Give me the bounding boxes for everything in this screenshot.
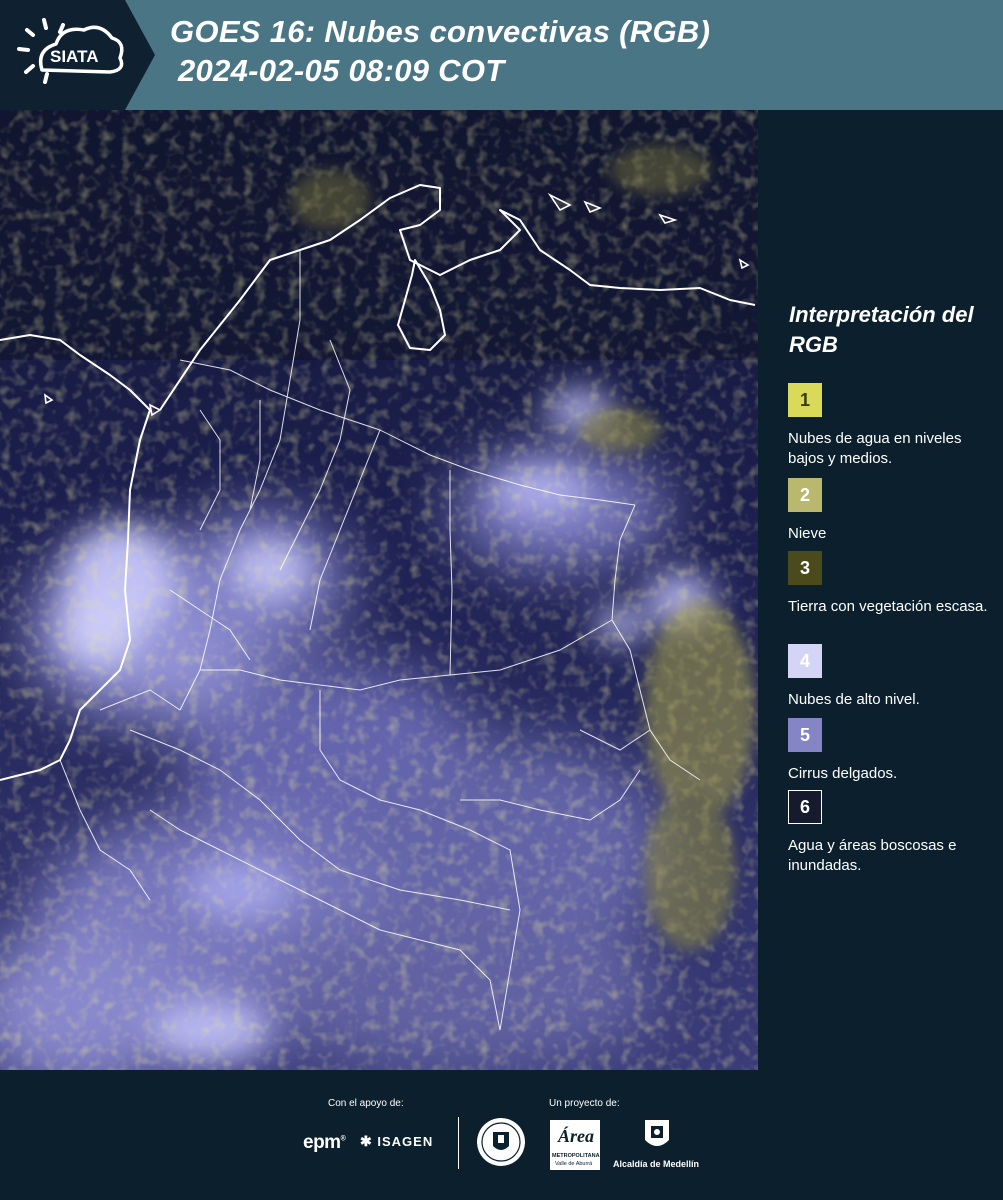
- footer-divider: [458, 1117, 459, 1169]
- legend-number: 5: [799, 724, 810, 745]
- legend-label: Cirrus delgados.: [788, 765, 898, 782]
- legend-item-4: 4 Nubes de alto nivel.: [788, 644, 993, 710]
- legend-swatch-2: 2: [788, 478, 822, 512]
- legend-swatch-6: 6: [788, 790, 822, 824]
- epm-logo-text: epm: [303, 1132, 341, 1153]
- legend-number: 1: [799, 389, 810, 410]
- alcaldia-logo-text: Alcaldía de Medellín: [613, 1159, 700, 1169]
- legend-label: Tierra con vegetación escasa.: [788, 598, 988, 615]
- timestamp: 2024-02-05 08:09 COT: [178, 53, 505, 88]
- medellin-seal-icon[interactable]: [476, 1117, 526, 1167]
- legend-swatch-4: 4: [788, 644, 822, 678]
- legend-swatch-1: 1: [788, 383, 822, 417]
- legend-title: Interpretación del RGB: [789, 302, 974, 357]
- area-logo-text: Área: [558, 1126, 594, 1146]
- area-logo-sub1: METROPOLITANA: [552, 1153, 600, 1159]
- area-metropolitana-logo[interactable]: Área METROPOLITANA Valle de Aburrá: [550, 1120, 600, 1170]
- legend-panel: Interpretación del RGB 1 Nubes de agua e…: [768, 110, 1003, 1070]
- isagen-logo-text: ISAGEN: [377, 1134, 434, 1149]
- siata-logo[interactable]: SIATA: [0, 0, 160, 110]
- legend-label: Nubes de alto nivel.: [788, 691, 920, 708]
- legend-label: Nubes de agua en niveles bajos y medios.: [788, 430, 962, 467]
- support-caption: Con el apoyo de:: [328, 1098, 404, 1109]
- legend-item-1: 1 Nubes de agua en niveles bajos y medio…: [788, 383, 993, 469]
- legend-label: Nieve: [788, 525, 827, 542]
- project-caption: Un proyecto de:: [549, 1098, 620, 1109]
- registered-icon: ®: [340, 1135, 346, 1143]
- header-bar: SIATA GOES 16: Nubes convectivas (RGB) 2…: [0, 0, 1003, 110]
- legend-item-5: 5 Cirrus delgados.: [788, 718, 993, 784]
- alcaldia-shield-icon[interactable]: [643, 1118, 671, 1154]
- legend-number: 4: [799, 650, 810, 671]
- satellite-map-image: [0, 110, 758, 1070]
- legend-label: Agua y áreas boscosas e inundadas.: [788, 837, 957, 874]
- legend-number: 6: [799, 796, 810, 817]
- legend-number: 2: [799, 484, 810, 505]
- area-logo-sub2: Valle de Aburrá: [555, 1161, 593, 1167]
- legend-swatch-5: 5: [788, 718, 822, 752]
- legend-number: 3: [799, 557, 810, 578]
- page-title: GOES 16: Nubes convectivas (RGB): [170, 14, 711, 49]
- epm-logo[interactable]: epm®: [303, 1132, 346, 1154]
- legend-item-2: 2 Nieve: [788, 478, 993, 544]
- isagen-star-icon: ✱: [360, 1133, 373, 1149]
- isagen-logo[interactable]: ✱ ISAGEN: [360, 1133, 433, 1150]
- siata-logo-text: SIATA: [50, 47, 98, 66]
- legend-item-6: 6 Agua y áreas boscosas e inundadas.: [788, 790, 993, 876]
- legend-swatch-3: 3: [788, 551, 822, 585]
- footer: Con el apoyo de: Un proyecto de: epm® ✱ …: [0, 1070, 1003, 1200]
- legend-item-3: 3 Tierra con vegetación escasa.: [788, 551, 993, 617]
